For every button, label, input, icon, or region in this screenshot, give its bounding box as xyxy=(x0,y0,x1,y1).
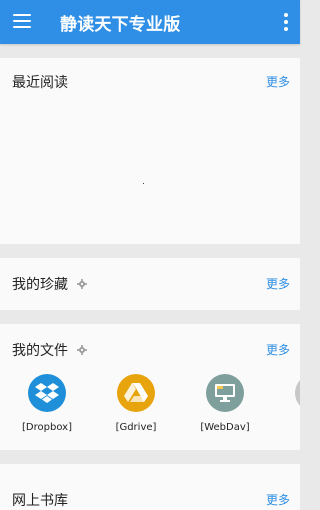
my-files-more-link[interactable]: 更多 xyxy=(266,341,290,358)
my-files-title: 我的文件 xyxy=(12,343,68,359)
online-library-title: 网上书库 xyxy=(12,493,68,509)
file-source-gdrive[interactable]: [Gdrive] xyxy=(91,374,181,433)
my-files-header: 我的文件 xyxy=(12,340,87,360)
gear-icon[interactable] xyxy=(77,345,87,355)
storage-icon xyxy=(295,374,300,412)
recent-reading-card: 最近阅读 更多 xyxy=(0,58,300,244)
favorites-header: 我的珍藏 xyxy=(12,274,87,294)
webdav-icon xyxy=(206,374,244,412)
online-library-more-link[interactable]: 更多 xyxy=(266,491,290,508)
app-title: 静读天下专业版 xyxy=(60,15,181,35)
recent-reading-title: 最近阅读 xyxy=(12,75,68,91)
online-library-card: 网上书库 更多 xyxy=(0,464,300,510)
recent-more-link[interactable]: 更多 xyxy=(266,73,290,90)
file-source-webdav[interactable]: [WebDav] xyxy=(180,374,270,433)
file-source-label: [Gdrive] xyxy=(115,422,157,433)
google-drive-icon xyxy=(117,374,155,412)
empty-placeholder-dot xyxy=(143,183,144,184)
file-source-dropbox[interactable]: [Dropbox] xyxy=(2,374,92,433)
favorites-more-link[interactable]: 更多 xyxy=(266,275,290,292)
file-source-storage[interactable]: s xyxy=(269,374,300,433)
my-files-card: 我的文件 更多 [Dropbox] [Gdrive] [WebDav] xyxy=(0,324,300,450)
file-sources-row: [Dropbox] [Gdrive] [WebDav] xyxy=(0,374,300,444)
more-vert-icon[interactable] xyxy=(284,13,288,31)
favorites-title: 我的珍藏 xyxy=(12,277,68,293)
file-source-label: s xyxy=(269,422,300,433)
gear-icon[interactable] xyxy=(77,279,87,289)
dropbox-icon xyxy=(28,374,66,412)
favorites-card: 我的珍藏 更多 xyxy=(0,258,300,310)
file-source-label: [Dropbox] xyxy=(22,422,72,433)
hamburger-menu-icon[interactable] xyxy=(13,14,31,28)
file-source-label: [WebDav] xyxy=(200,422,250,433)
app-bar: 静读天下专业版 xyxy=(0,0,300,44)
